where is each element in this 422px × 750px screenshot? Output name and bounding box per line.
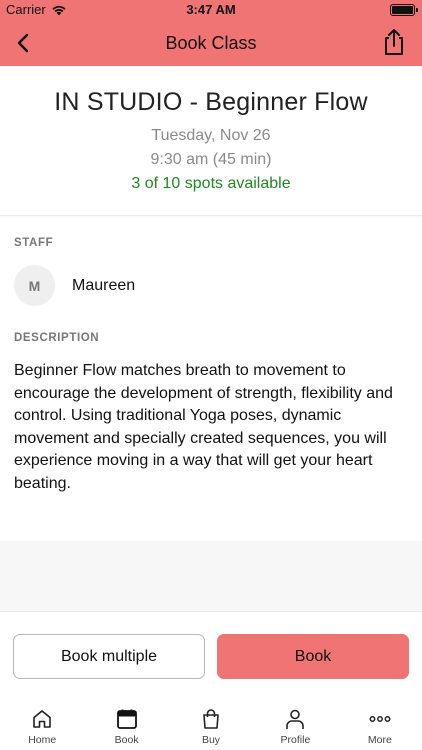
home-icon <box>33 710 52 728</box>
tab-buy[interactable]: Buy <box>169 701 253 750</box>
status-bar: Carrier 3:47 AM <box>0 0 422 20</box>
calendar-icon <box>116 709 137 729</box>
spots-available: 3 of 10 spots available <box>131 175 291 192</box>
tab-book[interactable]: Book <box>84 701 168 750</box>
action-bar: Book multiple Book <box>0 611 422 701</box>
tab-profile[interactable]: Profile <box>253 701 337 750</box>
description-section: DESCRIPTION Beginner Flow matches breath… <box>0 306 422 495</box>
chevron-left-icon[interactable] <box>10 29 38 57</box>
nav-bar: Book Class <box>0 20 422 66</box>
staff-name: Maureen <box>72 276 136 294</box>
tab-home[interactable]: Home <box>0 701 84 750</box>
avatar: M <box>14 265 55 306</box>
tab-more[interactable]: More <box>338 701 422 750</box>
class-time: 9:30 am (45 min) <box>150 151 272 168</box>
staff-section: STAFF M Maureen <box>0 216 422 306</box>
battery-icon <box>390 4 418 16</box>
staff-row[interactable]: M Maureen <box>0 249 422 306</box>
tab-profile-label: Profile <box>280 734 311 746</box>
more-icon <box>369 716 391 722</box>
tab-buy-label: Buy <box>201 734 221 746</box>
share-icon[interactable] <box>380 27 408 57</box>
tab-home-label: Home <box>28 734 57 746</box>
tab-bar: Home Book Buy Profile More <box>0 701 422 750</box>
shopping-bag-icon <box>203 709 219 729</box>
book-button[interactable]: Book <box>217 634 409 679</box>
book-multiple-button[interactable]: Book multiple <box>13 634 205 679</box>
content-divider <box>0 541 422 611</box>
tab-more-label: More <box>367 734 392 746</box>
class-title: IN STUDIO - Beginner Flow <box>54 88 368 116</box>
staff-label: STAFF <box>14 237 54 249</box>
page-title: Book Class <box>165 32 257 53</box>
status-time: 3:47 AM <box>186 2 236 17</box>
tab-book-label: Book <box>114 734 139 746</box>
description-label: DESCRIPTION <box>14 332 100 344</box>
class-date: Tuesday, Nov 26 <box>151 127 271 144</box>
class-header: IN STUDIO - Beginner Flow Tuesday, Nov 2… <box>0 66 422 216</box>
person-icon <box>286 709 305 729</box>
description-text: Beginner Flow matches breath to movement… <box>14 362 393 492</box>
